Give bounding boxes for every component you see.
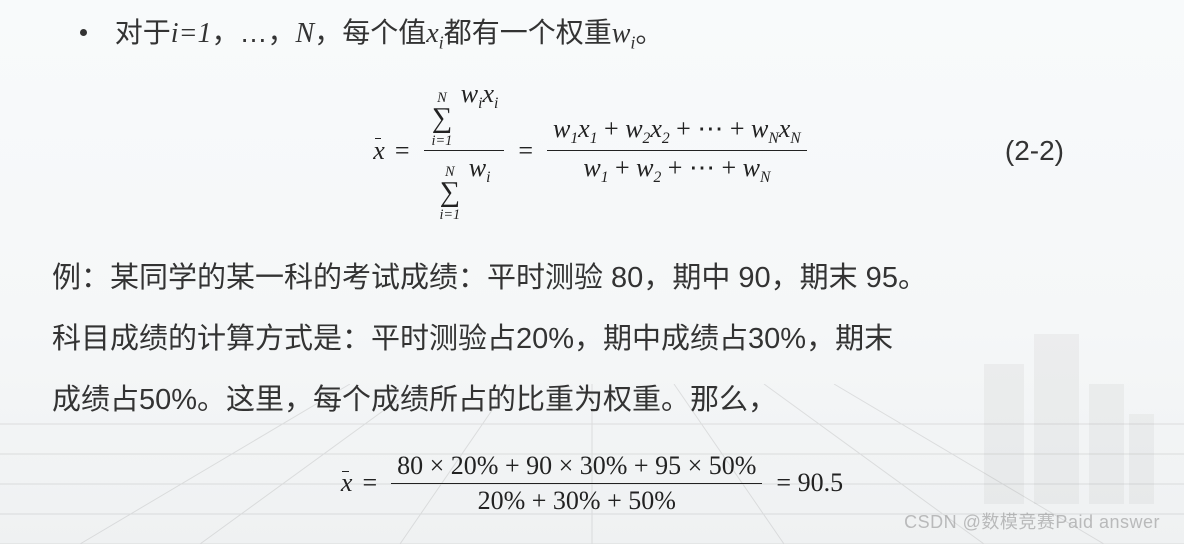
formula1-lhs: x [373, 136, 385, 166]
formula2-result: = 90.5 [776, 468, 843, 498]
bullet-definition: 对于i=1，…，N，每个值xi都有一个权重wi。 [80, 12, 1144, 57]
bullet-dot-icon [80, 29, 87, 36]
bullet-x: x [426, 18, 438, 49]
formula2-eq: = [362, 468, 377, 498]
example-line2: 科目成绩的计算方式是：平时测验占20%，期中成绩占30%，期末 [52, 309, 1124, 370]
watermark: CSDN @数模竞赛Paid answer [904, 508, 1160, 534]
formula2-frac: 80 × 20% + 90 × 30% + 95 × 50% 20% + 30%… [391, 449, 762, 518]
formula1-frac2: w1x1 + w2x2 + ⋯ + wNxN w1 + w2 + ⋯ + wN [547, 112, 807, 189]
bullet-N: N [296, 18, 315, 49]
bullet-mid2: 都有一个权重 [444, 17, 612, 48]
formula1-eq2: = [518, 136, 533, 166]
formula1-eq: = [395, 136, 410, 166]
bullet-end: 。 [635, 17, 663, 48]
bullet-prefix: 对于 [115, 17, 171, 48]
formula2-lhs: x [341, 468, 353, 498]
formula1-frac1: N∑i=1 wixi N∑i=1 wi [424, 77, 505, 224]
bullet-mid: ，每个值 [314, 17, 426, 48]
bullet-w: w [612, 18, 631, 49]
bullet-dots: ，…， [211, 17, 295, 48]
example-line1: 例：某同学的某一科的考试成绩：平时测验 80，期中 90，期末 95。 [52, 248, 1124, 309]
example-text: 例：某同学的某一科的考试成绩：平时测验 80，期中 90，期末 95。 科目成绩… [52, 248, 1124, 431]
equation-number: (2-2) [1005, 135, 1064, 167]
bullet-i-eq: i=1 [171, 18, 212, 49]
formula-weighted-mean: x = N∑i=1 wixi N∑i=1 wi = w1x1 + w2x2 + … [40, 77, 1144, 224]
example-line3: 成绩占50%。这里，每个成绩所占的比重为权重。那么， [52, 370, 1124, 431]
